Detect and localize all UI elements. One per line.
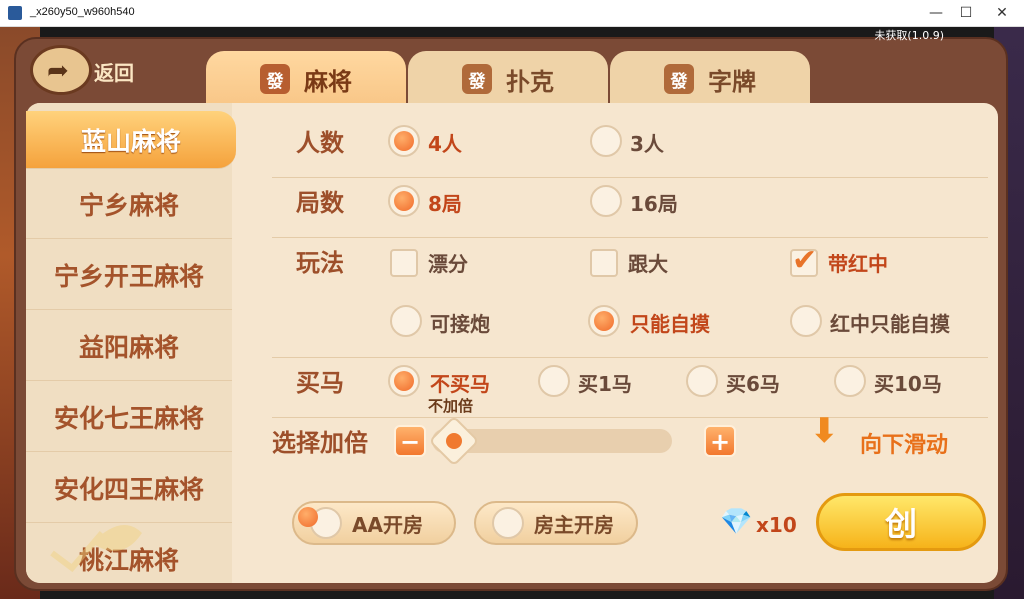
game-canvas: ➦ 返回 發 麻将 發 扑克 發 字牌 蓝山麻将 宁乡麻将 宁乡开王麻将 益阳麻… (0, 27, 1024, 599)
close-button[interactable]: ✕ (982, 2, 1022, 24)
divider (272, 357, 988, 358)
zhinengzimo-radio[interactable] (588, 305, 620, 337)
kejiepao-radio[interactable] (390, 305, 422, 337)
hongzhong-zimo-radio[interactable] (790, 305, 822, 337)
aa-room-button[interactable]: AA开房 (292, 501, 456, 545)
slider-knob-dot (446, 433, 462, 449)
game-list-sidebar: 蓝山麻将 宁乡麻将 宁乡开王麻将 益阳麻将 安化七王麻将 安化四王麻将 桃江麻将 (26, 103, 236, 583)
aa-room-radio (310, 507, 342, 539)
tab-label: 扑克 (506, 67, 554, 96)
scroll-hint-text: 向下滑动 (860, 433, 949, 458)
horse-label: 买马 (296, 369, 344, 397)
players-3-label[interactable]: 3人 (630, 128, 664, 157)
rules-label: 玩法 (296, 249, 344, 277)
horse-1-label[interactable]: 买1马 (578, 368, 632, 397)
owner-room-radio (492, 507, 524, 539)
daihongzhong-label[interactable]: 带红中 (828, 248, 888, 277)
rounds-16-label[interactable]: 16局 (630, 188, 678, 217)
players-4-radio[interactable] (388, 125, 420, 157)
checkmark-icon: ✔ (792, 243, 818, 278)
back-button[interactable]: ➦ (30, 45, 92, 95)
divider (272, 237, 988, 238)
decorative-leaf-icon (50, 525, 142, 573)
fa-tile-icon: 發 (664, 64, 694, 94)
tab-mahjong[interactable]: 發 麻将 (206, 51, 406, 107)
owner-room-label: 房主开房 (534, 512, 614, 537)
sidebar-item-ningxiang-kaiwang[interactable]: 宁乡开王麻将 (26, 240, 232, 310)
players-4-label[interactable]: 4人 (428, 128, 462, 157)
multiplier-plus-button[interactable]: + (704, 425, 736, 457)
diamond-cost: x10 (756, 513, 797, 537)
aa-room-label: AA开房 (352, 512, 423, 537)
rounds-label: 局数 (296, 189, 344, 217)
back-arrow-icon: ➦ (47, 56, 69, 86)
multiplier-label: 选择加倍 (272, 429, 368, 457)
window-title: _x260y50_w960h540 (30, 6, 135, 18)
sidebar-item-lanshan[interactable]: 蓝山麻将 (26, 111, 236, 169)
app-icon (8, 6, 22, 20)
multiplier-minus-button[interactable]: − (394, 425, 426, 457)
tab-label: 麻将 (304, 67, 352, 96)
back-label[interactable]: 返回 (94, 57, 134, 86)
diamond-icon: 💎 (720, 507, 753, 537)
kejiepao-label[interactable]: 可接炮 (430, 308, 490, 337)
horse-1-radio[interactable] (538, 365, 570, 397)
genda-checkbox[interactable] (590, 249, 618, 277)
tab-label: 字牌 (708, 67, 756, 96)
tab-poker[interactable]: 發 扑克 (408, 51, 608, 107)
options-panel: 蓝山麻将 宁乡麻将 宁乡开王麻将 益阳麻将 安化七王麻将 安化四王麻将 桃江麻将… (26, 103, 998, 583)
divider (272, 177, 988, 178)
horse-none-label[interactable]: 不买马 (430, 368, 490, 397)
sidebar-item-yiyang[interactable]: 益阳麻将 (26, 311, 232, 381)
version-text: 未获取(1.0.9) (874, 29, 944, 42)
genda-label[interactable]: 跟大 (628, 248, 668, 277)
horse-10-radio[interactable] (834, 365, 866, 397)
window-titlebar: _x260y50_w960h540 — ☐ ✕ (0, 0, 1024, 27)
maximize-button[interactable]: ☐ (946, 2, 986, 24)
divider (272, 417, 988, 418)
fa-tile-icon: 發 (462, 64, 492, 94)
sidebar-item-ningxiang[interactable]: 宁乡麻将 (26, 169, 232, 239)
tab-zipai[interactable]: 發 字牌 (610, 51, 810, 107)
rounds-16-radio[interactable] (590, 185, 622, 217)
create-room-dialog: ➦ 返回 發 麻将 發 扑克 發 字牌 蓝山麻将 宁乡麻将 宁乡开王麻将 益阳麻… (14, 37, 1008, 591)
multiplier-value: 不加倍 (428, 397, 474, 415)
sidebar-item-anhua-qiwang[interactable]: 安化七王麻将 (26, 382, 232, 452)
horse-6-radio[interactable] (686, 365, 718, 397)
horse-10-label[interactable]: 买10马 (874, 368, 942, 397)
daihongzhong-checkbox[interactable]: ✔ (790, 243, 818, 278)
piaofen-checkbox[interactable] (390, 249, 418, 277)
zhinengzimo-label[interactable]: 只能自摸 (630, 308, 710, 337)
rounds-8-radio[interactable] (388, 185, 420, 217)
players-3-radio[interactable] (590, 125, 622, 157)
horse-none-radio[interactable] (388, 365, 420, 397)
options-content: 人数 4人 3人 局数 8局 16局 玩法 漂分 跟大 ✔ 带红中 可接炮 只能… (232, 103, 998, 583)
owner-room-button[interactable]: 房主开房 (474, 501, 638, 545)
players-label: 人数 (296, 129, 344, 157)
create-room-button[interactable]: 创 (816, 493, 986, 551)
piaofen-label[interactable]: 漂分 (428, 248, 468, 277)
fa-tile-icon: 發 (260, 64, 290, 94)
horse-6-label[interactable]: 买6马 (726, 368, 780, 397)
hongzhong-zimo-label[interactable]: 红中只能自摸 (830, 308, 950, 337)
rounds-8-label[interactable]: 8局 (428, 188, 462, 217)
scroll-down-arrow-icon: ⬇ (810, 411, 839, 451)
